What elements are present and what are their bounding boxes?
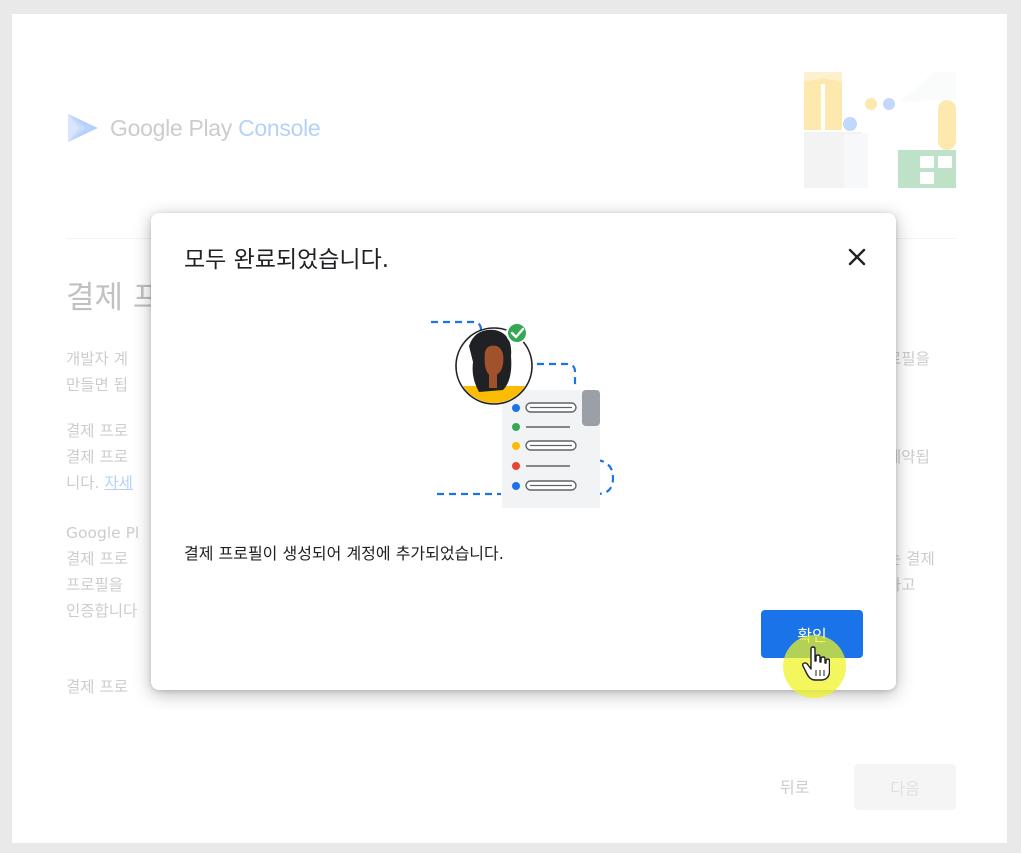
success-illustration	[431, 320, 615, 508]
bg-text: 개발자 계	[66, 350, 128, 368]
dialog-title: 모두 완료되었습니다.	[184, 247, 390, 273]
learn-more-link[interactable]: 자세	[104, 474, 133, 492]
close-button[interactable]	[843, 243, 871, 271]
bg-text: 만들면 됩	[66, 376, 128, 394]
hand-pointer-icon	[802, 646, 830, 681]
bg-text: 프로필을	[66, 576, 124, 594]
play-console-logo: Google Play Console	[66, 112, 321, 144]
page-title: 결제 프	[66, 280, 162, 316]
success-dialog: 모두 완료되었습니다. 결제 프로필이 생성되어 계정에 추가되었습니다.	[151, 213, 896, 690]
bg-text: Google Pl	[66, 524, 140, 542]
play-console-logo-icon	[68, 114, 98, 142]
bg-text: 결제 프로	[66, 550, 128, 568]
bg-text: 인증합니다	[66, 602, 138, 620]
dialog-message: 결제 프로필이 생성되어 계정에 추가되었습니다.	[184, 544, 504, 563]
logo-text: Google Play Console	[110, 114, 321, 141]
close-icon	[848, 248, 866, 266]
back-button[interactable]: 뒤로	[780, 774, 809, 798]
bg-text: 니다. 자세	[66, 474, 133, 492]
hero-illustration	[804, 72, 956, 188]
next-button[interactable]: 다음	[854, 764, 956, 810]
bg-text: 결제 프로	[66, 422, 128, 440]
bg-text: 결제 프로	[66, 448, 128, 466]
bg-text: 결제 프로	[66, 678, 128, 696]
